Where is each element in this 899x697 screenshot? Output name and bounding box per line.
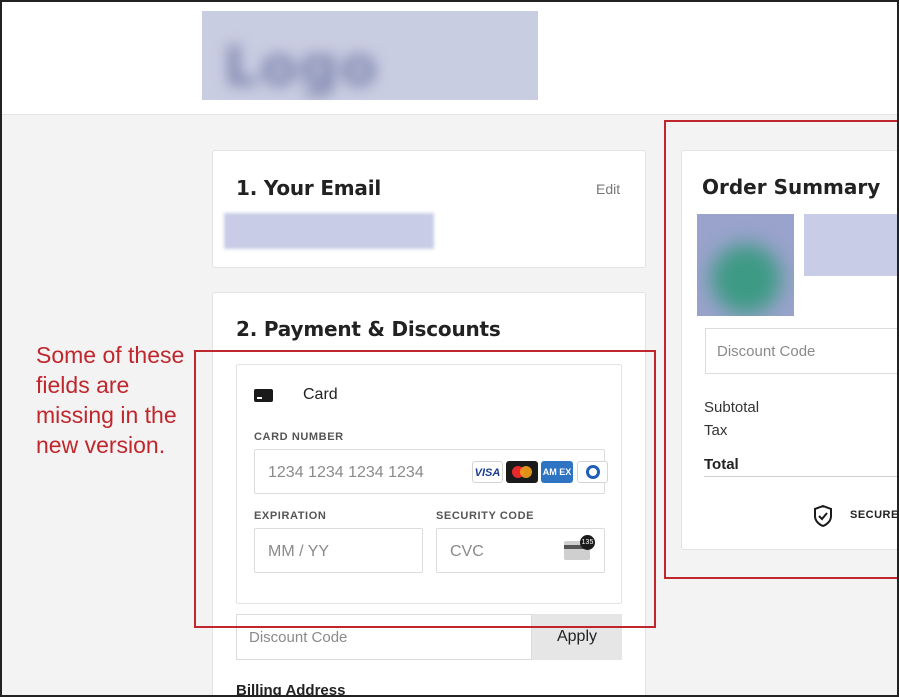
edit-email-link[interactable]: Edit bbox=[596, 181, 620, 197]
diners-club-icon bbox=[577, 461, 608, 483]
summary-discount-code-input[interactable]: Discount Code bbox=[705, 328, 899, 374]
email-value-redacted bbox=[224, 213, 434, 249]
billing-address-heading: Billing Address bbox=[236, 682, 346, 697]
security-code-input[interactable]: CVC 135 bbox=[436, 528, 605, 573]
mastercard-icon bbox=[506, 461, 538, 483]
cvc-badge: 135 bbox=[580, 535, 595, 550]
total-divider bbox=[704, 476, 899, 477]
store-logo-text: Logo bbox=[224, 35, 380, 98]
product-info-redacted bbox=[804, 214, 899, 276]
amex-icon: AM EX bbox=[541, 461, 573, 483]
product-thumbnail bbox=[697, 214, 794, 316]
tax-label: Tax bbox=[704, 422, 728, 439]
shield-check-icon bbox=[814, 505, 832, 527]
discount-code-input[interactable]: Discount Code bbox=[236, 614, 532, 660]
total-label: Total bbox=[704, 456, 739, 473]
discount-code-placeholder: Discount Code bbox=[249, 629, 348, 646]
security-code-label: SECURITY CODE bbox=[436, 510, 535, 522]
annotation-note: Some of these fields are missing in the … bbox=[36, 342, 185, 458]
expiration-input[interactable]: MM / YY bbox=[254, 528, 423, 573]
card-number-label: CARD NUMBER bbox=[254, 431, 344, 443]
email-section bbox=[212, 150, 646, 268]
expiration-label: EXPIRATION bbox=[254, 510, 327, 522]
cvc-card-icon: 135 bbox=[564, 535, 595, 560]
security-code-placeholder: CVC bbox=[450, 543, 484, 560]
payment-section-title: 2. Payment & Discounts bbox=[236, 317, 501, 341]
credit-card-icon bbox=[254, 389, 273, 402]
apply-discount-button[interactable]: Apply bbox=[532, 614, 622, 660]
order-summary-title: Order Summary bbox=[702, 175, 881, 199]
store-logo[interactable]: Logo bbox=[202, 11, 538, 100]
summary-discount-placeholder: Discount Code bbox=[717, 343, 816, 360]
visa-icon: VISA bbox=[472, 461, 503, 483]
subtotal-label: Subtotal bbox=[704, 399, 760, 416]
card-number-placeholder: 1234 1234 1234 1234 bbox=[268, 464, 424, 481]
email-section-title: 1. Your Email bbox=[236, 176, 382, 200]
secure-checkout-label: SECURE bbox=[850, 509, 899, 521]
expiration-placeholder: MM / YY bbox=[268, 543, 330, 560]
payment-method-label: Card bbox=[303, 386, 338, 403]
card-number-input[interactable]: 1234 1234 1234 1234 VISA AM EX bbox=[254, 449, 608, 494]
